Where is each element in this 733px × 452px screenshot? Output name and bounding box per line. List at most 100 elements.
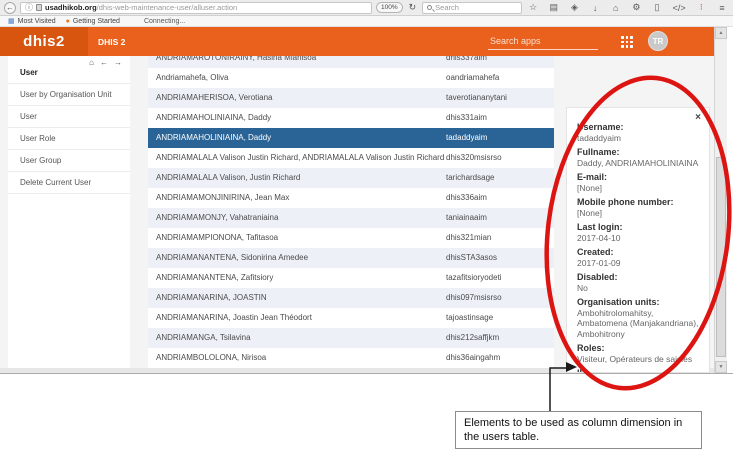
table-row[interactable]: ANDRIAMAHOLINIAINA, Daddy tadaddyaim <box>148 128 554 148</box>
download-icon[interactable]: ↓ <box>590 3 600 13</box>
user-username: tajoastinsage <box>446 313 493 322</box>
apps-search-input[interactable]: Search apps <box>488 34 598 50</box>
field-label: Disabled: <box>577 272 699 283</box>
detail-field: Created: 2017-01-09 <box>577 247 699 268</box>
user-username: dhis36aingahm <box>446 353 500 362</box>
detail-field: Disabled: No <box>577 272 699 293</box>
devtools-icon[interactable]: </> <box>673 3 686 13</box>
user-username: dhisSTA3asos <box>446 253 497 262</box>
home-icon[interactable]: ⌂ <box>611 3 621 13</box>
table-row[interactable]: ANDRIAMAMPIONONA, Tafitasoa dhis321mian <box>148 228 554 248</box>
shield-icon[interactable]: ◈ <box>569 2 579 13</box>
table-row[interactable]: ANDRIAMANARINA, Joastin Jean Théodort ta… <box>148 308 554 328</box>
home-icon[interactable]: ⌂ <box>89 58 94 67</box>
library-icon[interactable]: ▤ <box>549 2 559 13</box>
page-info-icon[interactable]: ⓘ <box>25 2 33 13</box>
viewport-bottom-border <box>0 373 733 374</box>
table-row[interactable]: ANDRIAMANGA, Tsilavina dhis212saffjkm <box>148 328 554 348</box>
sidebar-item-user-group[interactable]: User Group <box>8 150 130 172</box>
user-fullname: ANDRIAMAHOLINIAINA, Daddy <box>156 133 271 142</box>
user-fullname: ANDRIAMALALA Valison, Justin Richard <box>156 173 300 182</box>
sidebar-item-delete-current-user[interactable]: Delete Current User <box>8 172 130 194</box>
browser-search-placeholder: Search <box>435 3 459 12</box>
table-row[interactable]: ANDRIAMAHOLINIAINA, Daddy dhis331aim <box>148 108 554 128</box>
field-label: E-mail: <box>577 172 699 183</box>
field-label: Created: <box>577 247 699 258</box>
user-username: dhis321mian <box>446 233 491 242</box>
url-bar[interactable]: ⓘ usadhikob.org/dhis-web-maintenance-use… <box>20 2 372 14</box>
table-row[interactable]: ANDRIAMANANTENA, Sidonirina Amedee dhisS… <box>148 248 554 268</box>
back-arrow-icon[interactable]: ← <box>100 58 108 67</box>
bookmark-most-visited[interactable]: ▦ Most Visited <box>8 17 56 25</box>
sidebar-item-user-by-orgunit[interactable]: User by Organisation Unit <box>8 84 130 106</box>
avatar[interactable]: TR <box>648 31 668 51</box>
sidebar-item-user-role[interactable]: User Role <box>8 128 130 150</box>
reload-button[interactable]: ↻ <box>407 2 419 13</box>
table-row[interactable]: ANDRIAMANANTENA, Zafitsiory tazafitsiory… <box>148 268 554 288</box>
user-fullname: ANDRIAMANGA, Tsilavina <box>156 333 251 342</box>
user-username: dhis331aim <box>446 113 487 122</box>
sidebar-nav-icons: ⌂ ← → <box>89 58 122 67</box>
dhis2-logo[interactable]: dhis2 <box>0 27 88 56</box>
browser-window: ← ⓘ usadhikob.org/dhis-web-maintenance-u… <box>0 0 733 452</box>
field-value: 2017-04-10 <box>577 233 699 244</box>
folder-icon: ▦ <box>8 17 15 25</box>
scroll-up-arrow[interactable]: ▲ <box>715 27 727 39</box>
screenshot-icon[interactable]: ⁝ <box>696 2 706 13</box>
user-username: taverotiananytani <box>446 93 507 102</box>
callout-note: Elements to be used as column dimension … <box>455 411 702 449</box>
sidebar-item-user[interactable]: User <box>8 106 130 128</box>
table-row[interactable]: ANDRIAMALALA Valison, Justin Richard tar… <box>148 168 554 188</box>
callout-connector-line <box>550 368 566 411</box>
back-button[interactable]: ← <box>4 2 16 14</box>
vertical-scrollbar[interactable]: ▲ ▼ <box>714 27 727 373</box>
user-fullname: ANDRIAMAHOLINIAINA, Daddy <box>156 113 271 122</box>
table-row[interactable]: ANDRIAMAMONJINIRINA, Jean Max dhis336aim <box>148 188 554 208</box>
bookmark-star-icon[interactable]: ☆ <box>528 2 538 13</box>
browser-toolbar: ← ⓘ usadhikob.org/dhis-web-maintenance-u… <box>0 0 733 16</box>
zoom-level-badge[interactable]: 100% <box>376 2 403 13</box>
detail-field: Username: tadaddyaim <box>577 122 699 143</box>
detail-field: Fullname: Daddy, ANDRIAMAHOLINIAINA <box>577 147 699 168</box>
browser-search-field[interactable]: Search <box>422 2 522 14</box>
url-text: usadhikob.org/dhis-web-maintenance-user/… <box>45 3 237 12</box>
table-row[interactable]: ANDRIAMAHERISOA, Verotiana taverotianany… <box>148 88 554 108</box>
detail-field: Organisation units: Ambohitrolomahitsy, … <box>577 297 699 339</box>
sidebar-items: User by Organisation Unit User User Role… <box>8 84 130 194</box>
table-row[interactable]: Andriamahefa, Oliva oandriamahefa <box>148 68 554 88</box>
field-value: No <box>577 283 699 294</box>
detail-field: Last login: 2017-04-10 <box>577 222 699 243</box>
bookmark-getting-started[interactable]: ● Getting Started <box>66 18 120 25</box>
close-icon[interactable]: × <box>695 112 701 123</box>
user-fullname: ANDRIAMAMPIONONA, Tafitasoa <box>156 233 278 242</box>
field-value: Visiteur, Opérateurs de saisies <box>577 354 699 365</box>
table-row[interactable]: ANDRIAMANARINA, JOASTIN dhis097msisrso <box>148 288 554 308</box>
sidebar-toggle-icon[interactable]: ▯ <box>652 2 662 13</box>
scrollbar-thumb[interactable] <box>716 157 726 357</box>
bookmarks-bar: ▦ Most Visited ● Getting Started Connect… <box>0 16 733 27</box>
app-title: DHIS 2 <box>98 37 125 47</box>
menu-icon[interactable]: ≡ <box>717 3 727 13</box>
browser-toolbar-icons: ☆ ▤ ◈ ↓ ⌂ ⚙ ▯ </> ⁝ ≡ <box>526 2 729 13</box>
settings-gear-icon[interactable]: ⚙ <box>631 2 641 13</box>
field-value: 2017-01-09 <box>577 258 699 269</box>
user-fullname: ANDRIAMANARINA, JOASTIN <box>156 293 267 302</box>
table-row[interactable]: ANDRIAMALALA Valison Justin Richard, AND… <box>148 148 554 168</box>
apps-grid-icon[interactable] <box>621 36 633 48</box>
detail-field: Mobile phone number: [None] <box>577 197 699 218</box>
user-username: dhis336aim <box>446 193 487 202</box>
user-username: dhis097msisrso <box>446 293 502 302</box>
table-row[interactable]: ANDRIAMBOLOLONA, Nirisoa dhis36aingahm <box>148 348 554 368</box>
scroll-down-arrow[interactable]: ▼ <box>715 361 727 373</box>
user-fullname: ANDRIAMBOLOLONA, Nirisoa <box>156 353 266 362</box>
firefox-icon: ● <box>66 18 70 25</box>
forward-arrow-icon[interactable]: → <box>114 58 122 67</box>
user-fullname: ANDRIAMALALA Valison Justin Richard, AND… <box>156 153 444 162</box>
table-row[interactable]: ANDRIAMAMONJY, Vahatraniaina taniainaaim <box>148 208 554 228</box>
field-value: Ambohitrolomahitsy, Ambatomena (Manjakan… <box>577 308 699 340</box>
field-label: ID: <box>577 368 699 373</box>
user-detail-panel: × Username: tadaddyaim Fullname: Daddy, … <box>566 107 710 373</box>
lock-icon <box>36 4 42 11</box>
user-username: oandriamahefa <box>446 73 499 82</box>
url-path: /dhis-web-maintenance-user/alluser.actio… <box>97 3 238 12</box>
